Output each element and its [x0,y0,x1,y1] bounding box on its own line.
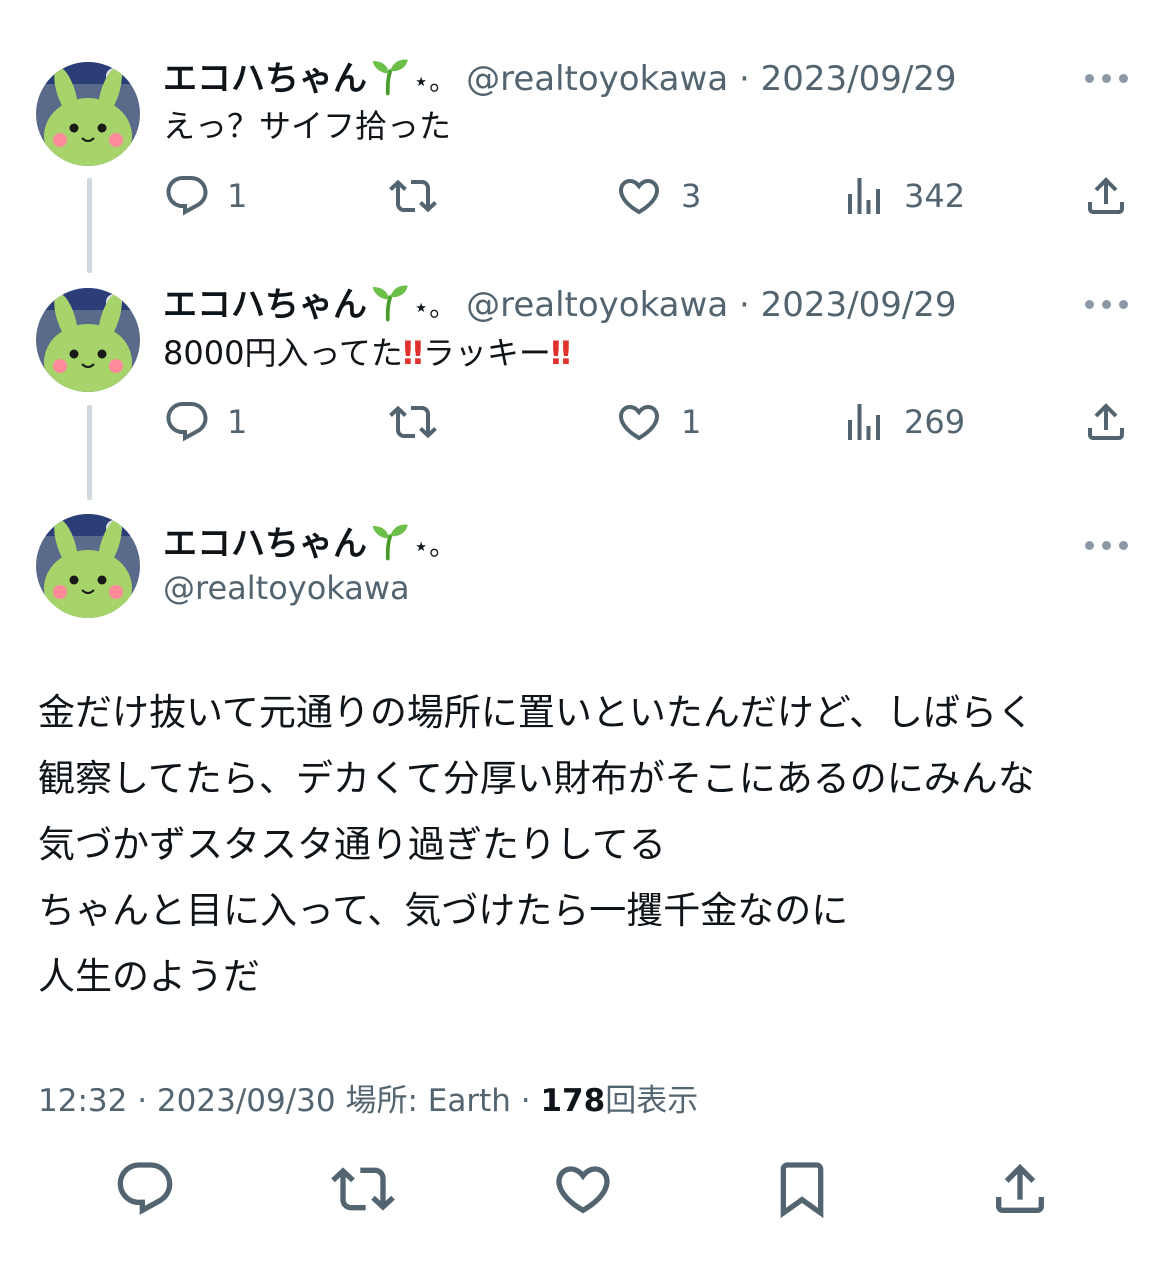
bookmark-button[interactable] [770,1157,834,1225]
tweet-info-row: 12:32 · 2023/09/30 場所: Earth · 178回表示 [38,1079,698,1123]
heart-icon [550,1157,616,1221]
thread-connector-line [87,178,92,273]
tweet-text-part: 8000円入ってた [163,334,403,372]
view-label: 回表示 [605,1083,699,1119]
sprout-emoji-icon [369,56,409,96]
separator: · [738,59,750,99]
speech-bubble-icon [163,398,211,446]
display-name[interactable]: エコハちゃん [163,59,367,99]
retweet-button[interactable] [386,172,440,220]
avatar[interactable] [36,514,140,618]
tweet-text: えっ？サイフ拾った [163,107,452,145]
like-count: 3 [681,177,702,215]
like-button[interactable]: 1 [613,398,701,446]
location: 場所: Earth [345,1083,511,1119]
tweet-text: 8000円入ってた‼ラッキー‼ [163,331,571,375]
avatar[interactable] [36,288,140,392]
reply-button[interactable]: 1 [163,398,247,446]
speech-bubble-icon [163,172,211,220]
bookmark-icon [770,1157,834,1221]
reply-button[interactable] [113,1157,177,1225]
share-upload-icon [988,1157,1052,1221]
retweet-arrows-icon [386,398,440,446]
reply-button[interactable]: 1 [163,172,247,220]
share-button[interactable] [1082,398,1130,446]
separator: · [738,285,750,325]
tweet-date[interactable]: 2023/09/30 [157,1083,336,1119]
reply-count: 1 [227,403,248,441]
name-suffix: ⋆。 [413,293,456,323]
like-count: 1 [681,403,702,441]
sprout-emoji-icon [369,282,409,322]
tweet-text-part: ラッキー [422,334,551,372]
tweet-date[interactable]: 2023/09/29 [761,59,957,99]
retweet-arrows-icon [328,1157,398,1221]
like-button[interactable] [550,1157,616,1225]
more-options-icon[interactable] [1085,74,1128,83]
handle[interactable]: @realtoyokawa [466,59,728,99]
text-line: 観察してたら、デカくて分厚い財布がそこにあるのにみんな [38,757,1035,800]
view-count: 178 [540,1083,606,1119]
main-tweet-text: 金だけ抜いて元通りの場所に置いといたんだけど、しばらく 観察してたら、デカくて分… [38,680,1035,1010]
handle[interactable]: @realtoyokawa [163,566,410,610]
handle[interactable]: @realtoyokawa [466,285,728,325]
double-exclamation-emoji: ‼ [402,334,423,372]
more-options-icon[interactable] [1085,300,1128,309]
separator: · [520,1083,531,1119]
speech-bubble-icon [113,1157,177,1221]
text-line: 気づかずスタスタ通り過ぎたりしてる [38,823,666,866]
retweet-button[interactable] [386,398,440,446]
view-count: 342 [904,177,966,215]
views-button[interactable]: 269 [840,398,965,446]
bar-chart-icon [840,398,888,446]
bar-chart-icon [840,172,888,220]
double-exclamation-emoji: ‼ [550,334,571,372]
avatar[interactable] [36,62,140,166]
heart-icon [613,172,665,220]
text-line: 人生のようだ [38,955,260,998]
text-line: 金だけ抜いて元通りの場所に置いといたんだけど、しばらく [38,691,1035,734]
reply-count: 1 [227,177,248,215]
like-button[interactable]: 3 [613,172,701,220]
view-count: 269 [904,403,966,441]
retweet-arrows-icon [386,172,440,220]
name-suffix: ⋆。 [413,67,456,97]
share-button[interactable] [988,1157,1052,1225]
share-upload-icon [1082,172,1130,220]
sprout-emoji-icon [369,521,409,561]
separator: · [137,1083,148,1119]
share-upload-icon [1082,398,1130,446]
more-options-icon[interactable] [1085,541,1128,550]
views-button[interactable]: 342 [840,172,965,220]
name-suffix: ⋆。 [413,532,456,562]
thread-connector-line [87,405,92,500]
main-tweet-author[interactable]: エコハちゃん ⋆。 [163,521,455,569]
tweet-time[interactable]: 12:32 [38,1083,127,1119]
retweet-button[interactable] [328,1157,398,1225]
heart-icon [613,398,665,446]
tweet-date[interactable]: 2023/09/29 [761,285,957,325]
text-line: ちゃんと目に入って、気づけたら一攫千金なのに [38,889,849,932]
display-name[interactable]: エコハちゃん [163,524,367,564]
share-button[interactable] [1082,172,1130,220]
display-name[interactable]: エコハちゃん [163,285,367,325]
tweet-header: エコハちゃん ⋆。 @realtoyokawa · 2023/09/29 [163,282,957,330]
tweet-header: エコハちゃん ⋆。 @realtoyokawa · 2023/09/29 [163,56,957,104]
